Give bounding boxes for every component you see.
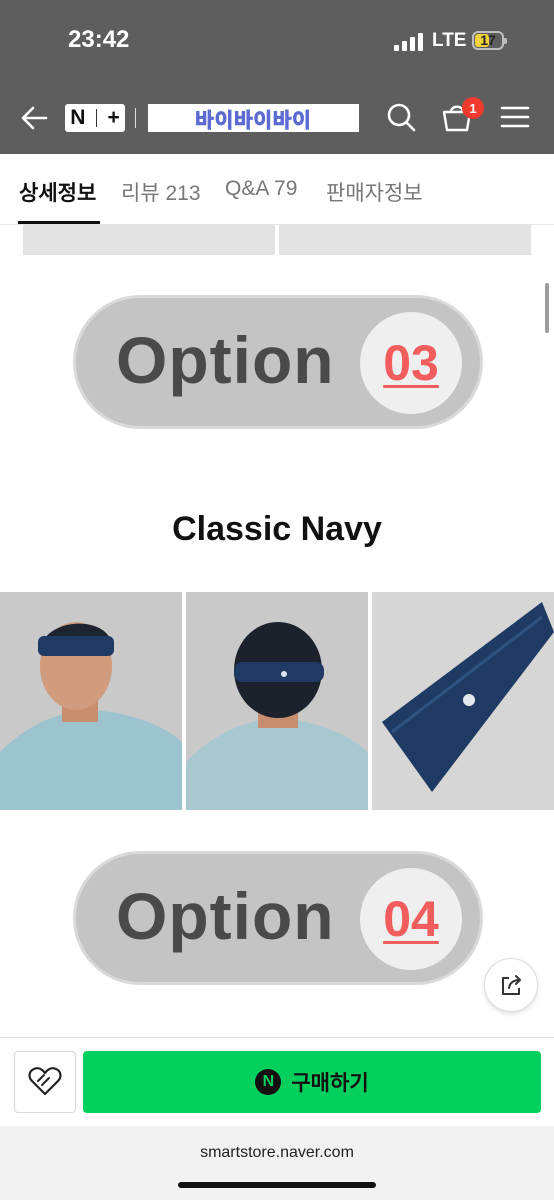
scrollbar[interactable] bbox=[545, 283, 549, 333]
nplus-n: N bbox=[70, 106, 86, 129]
search-icon[interactable] bbox=[384, 100, 418, 134]
naver-pay-icon: N bbox=[255, 1069, 282, 1095]
tab-reviews[interactable]: 리뷰 213 bbox=[121, 177, 201, 207]
heart-icon bbox=[28, 1067, 62, 1096]
battery-level: 17 bbox=[480, 32, 496, 48]
product-photo-partial bbox=[279, 225, 531, 255]
option-04-banner: Option 04 bbox=[76, 854, 480, 982]
option-number: 04 bbox=[383, 891, 439, 947]
tab-qna[interactable]: Q&A 79 bbox=[225, 177, 297, 201]
network-type: LTE bbox=[432, 30, 467, 51]
option-label: Option bbox=[116, 879, 335, 953]
signal-icon bbox=[394, 33, 424, 51]
option-03-banner: Option 03 bbox=[76, 298, 480, 426]
tab-details[interactable]: 상세정보 bbox=[19, 177, 96, 207]
option-number-circle: 04 bbox=[360, 868, 462, 970]
buy-button[interactable]: N 구매하기 bbox=[83, 1051, 541, 1113]
store-name: 바이바이바이 bbox=[195, 109, 312, 132]
store-header: N + 바이바이바이 1 bbox=[0, 80, 554, 154]
product-photo-closeup bbox=[372, 592, 554, 810]
home-indicator[interactable] bbox=[178, 1182, 376, 1188]
back-arrow-icon[interactable] bbox=[18, 102, 50, 134]
product-photo-front bbox=[0, 592, 182, 810]
color-title: Classic Navy bbox=[172, 510, 382, 548]
store-name-logo[interactable]: 바이바이바이 bbox=[148, 104, 359, 132]
status-bar: 23:42 LTE 17 bbox=[0, 0, 554, 80]
product-photo-partial bbox=[23, 225, 275, 255]
header-divider bbox=[135, 108, 136, 128]
battery-icon: 17 bbox=[472, 31, 507, 50]
product-tabs: 상세정보 리뷰 213 Q&A 79 판매자정보 bbox=[0, 154, 554, 225]
product-photo-back bbox=[186, 592, 368, 810]
tab-seller-info[interactable]: 판매자정보 bbox=[326, 177, 423, 207]
option-number: 03 bbox=[383, 335, 439, 391]
buy-button-label: 구매하기 bbox=[291, 1072, 369, 1095]
active-tab-underline bbox=[18, 221, 100, 224]
option-label: Option bbox=[116, 323, 335, 397]
option-number-circle: 03 bbox=[360, 312, 462, 414]
browser-url-bar: smartstore.naver.com bbox=[0, 1126, 554, 1200]
nplus-plus: + bbox=[107, 106, 120, 129]
wishlist-button[interactable] bbox=[14, 1051, 76, 1113]
share-button[interactable] bbox=[484, 958, 538, 1012]
status-time: 23:42 bbox=[68, 26, 130, 53]
share-icon bbox=[502, 975, 521, 995]
naver-plus-logo[interactable]: N + bbox=[65, 104, 125, 132]
cart-count-badge: 1 bbox=[462, 97, 484, 119]
purchase-bar: N 구매하기 bbox=[0, 1037, 554, 1126]
url-text[interactable]: smartstore.naver.com bbox=[0, 1144, 554, 1162]
menu-icon[interactable] bbox=[498, 100, 532, 134]
